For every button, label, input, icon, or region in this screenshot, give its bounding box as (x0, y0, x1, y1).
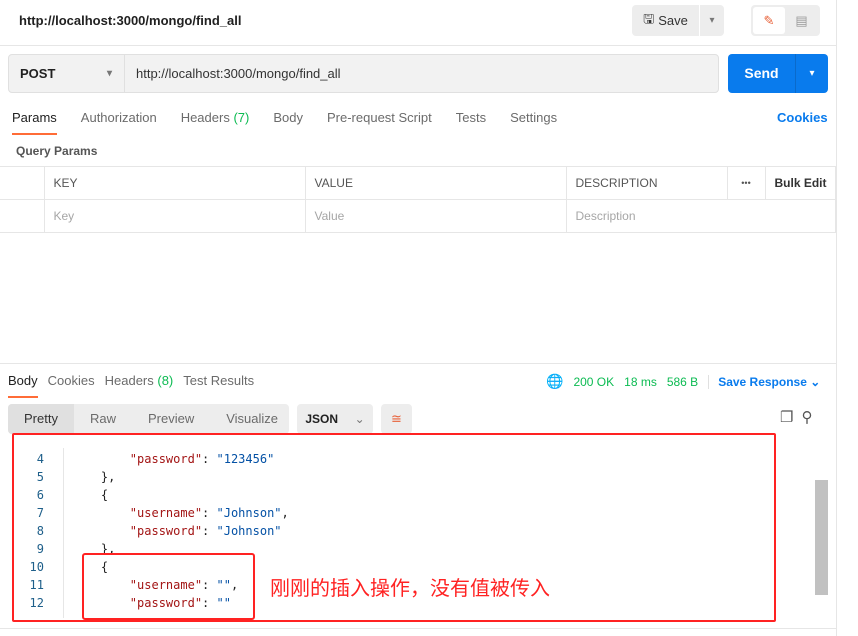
send-label: Send (728, 54, 796, 93)
row-checkbox[interactable] (0, 199, 45, 233)
view-raw[interactable]: Raw (74, 404, 132, 434)
chevron-down-icon[interactable]: ▾ (796, 68, 828, 79)
status-bar (0, 628, 836, 636)
tab-headers[interactable]: Headers (7) (181, 110, 250, 135)
copy-icon[interactable]: ❐ (780, 408, 793, 426)
tab-test-results[interactable]: Test Results (183, 373, 254, 398)
tab-response-headers[interactable]: Headers (8) (105, 373, 174, 398)
headers-count: (8) (157, 373, 174, 388)
format-label: JSON (305, 412, 338, 426)
params-table: KEY VALUE DESCRIPTION ••• Bulk Edit Key … (0, 166, 836, 233)
send-button[interactable]: Send ▾ (728, 54, 828, 93)
view-toggle[interactable]: ✎ ▤ (751, 5, 820, 36)
response-actions: ❐ ⚲ (780, 408, 812, 426)
tab-response-cookies[interactable]: Cookies (48, 373, 95, 398)
tab-params[interactable]: Params (12, 110, 57, 135)
save-icon: 🖫 (643, 10, 655, 26)
status-code: 200 OK (573, 374, 615, 389)
divider (0, 45, 836, 46)
response-size: 586 B (666, 374, 699, 389)
tab-pre-request-script[interactable]: Pre-request Script (327, 110, 432, 135)
chevron-down-icon: ▾ (106, 68, 112, 79)
scrollbar-thumb[interactable] (815, 480, 828, 595)
response-tabs: Body Cookies Headers (8) Test Results (8, 373, 264, 398)
col-description: DESCRIPTION (565, 166, 728, 200)
save-label: Save (658, 13, 688, 28)
url-input[interactable]: http://localhost:3000/mongo/find_all (125, 66, 341, 81)
globe-icon[interactable]: 🌐 (546, 373, 563, 390)
table-row: Key Value Description (0, 199, 836, 233)
checkbox-col (0, 166, 45, 200)
annotation-highlight-box (82, 553, 255, 620)
request-title: http://localhost:3000/mongo/find_all (19, 13, 242, 28)
bulk-edit-button[interactable]: Bulk Edit (764, 166, 836, 200)
view-mode-group: Pretty Raw Preview Visualize (8, 404, 289, 434)
method-label: POST (20, 66, 56, 81)
response-time: 18 ms (624, 374, 657, 389)
method-select[interactable]: POST ▾ (9, 55, 125, 92)
cookies-link[interactable]: Cookies (777, 110, 828, 125)
tab-authorization[interactable]: Authorization (81, 110, 157, 135)
view-preview[interactable]: Preview (132, 404, 210, 434)
view-visualize[interactable]: Visualize (210, 404, 294, 434)
search-icon[interactable]: ⚲ (801, 408, 812, 426)
chevron-down-icon: ⌄ (354, 412, 365, 426)
more-icon[interactable]: ••• (726, 166, 766, 200)
tab-settings[interactable]: Settings (510, 110, 557, 135)
wrap-lines-icon[interactable]: ≅ (381, 404, 412, 434)
tab-tests[interactable]: Tests (456, 110, 486, 135)
save-response-label: Save Response (718, 374, 807, 389)
chevron-down-icon: ⌄ (810, 374, 821, 389)
description-input[interactable]: Description (565, 199, 836, 233)
headers-count: (7) (233, 110, 250, 125)
view-pretty[interactable]: Pretty (8, 404, 74, 434)
col-key: KEY (43, 166, 306, 200)
annotation-text: 刚刚的插入操作，没有值被传入 (270, 578, 550, 600)
key-input[interactable]: Key (43, 199, 306, 233)
query-params-title: Query Params (16, 144, 98, 158)
request-tabs: Params Authorization Headers (7) Body Pr… (12, 110, 581, 135)
comment-icon[interactable]: ▤ (785, 7, 818, 34)
format-select[interactable]: JSON ⌄ (297, 404, 373, 434)
tab-body[interactable]: Body (273, 110, 303, 135)
response-status: 🌐 200 OK 18 ms 586 B Save Response ⌄ (546, 373, 820, 390)
divider (836, 0, 837, 636)
save-button[interactable]: 🖫 Save ▾ (632, 5, 724, 36)
tab-label: Headers (180, 110, 230, 125)
table-header: KEY VALUE DESCRIPTION ••• Bulk Edit (0, 166, 836, 200)
save-response-button[interactable]: Save Response ⌄ (708, 374, 821, 389)
pencil-icon[interactable]: ✎ (753, 7, 785, 34)
chevron-down-icon[interactable]: ▾ (700, 15, 724, 26)
value-input[interactable]: Value (304, 199, 567, 233)
request-bar: POST ▾ http://localhost:3000/mongo/find_a… (8, 54, 719, 93)
tab-label: Headers (104, 373, 154, 388)
col-value: VALUE (304, 166, 567, 200)
divider (0, 363, 836, 364)
tab-response-body[interactable]: Body (8, 373, 38, 398)
